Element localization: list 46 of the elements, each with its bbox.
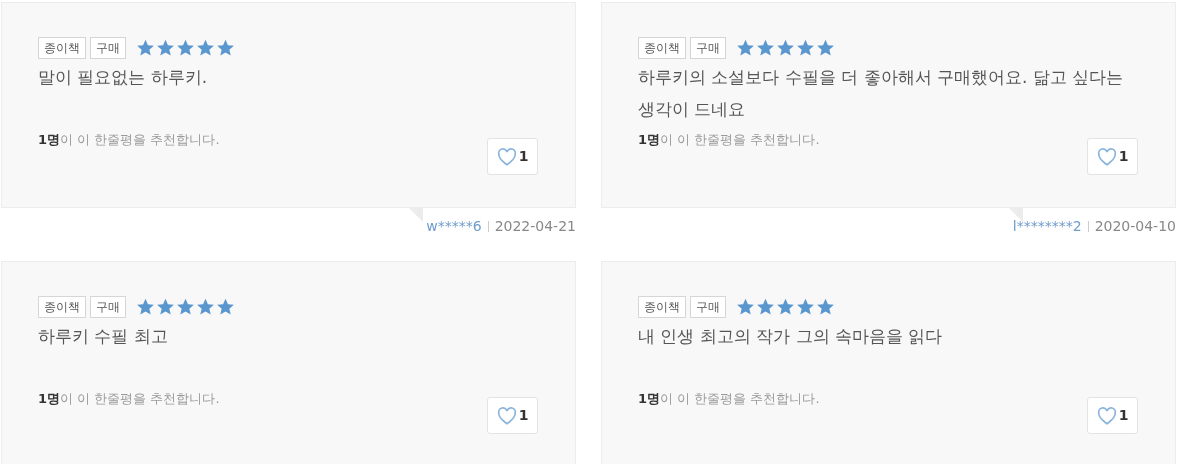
like-button[interactable]: 1 [487,397,538,434]
star-icon [756,298,775,316]
star-icon [796,39,815,57]
like-button[interactable]: 1 [1087,138,1138,175]
heart-icon [1096,147,1117,166]
star-icon [776,39,795,57]
star-icon [196,298,215,316]
star-icon [816,39,835,57]
format-tag: 구매 [90,296,126,318]
heart-icon [1096,406,1117,425]
like-button[interactable]: 1 [487,138,538,175]
review-date: 2022-04-21 [494,217,576,236]
review-text: 하루키 수필 최고 [38,325,169,348]
star-icon [216,298,235,316]
star-icon [736,39,755,57]
star-icon [776,298,795,316]
heart-icon [496,406,517,425]
star-icon [136,298,155,316]
format-tag: 구매 [90,37,126,59]
star-icon [156,298,175,316]
like-button[interactable]: 1 [1087,397,1138,434]
format-tag: 구매 [690,296,726,318]
format-tag: 종이책 [638,37,686,59]
format-tag: 구매 [690,37,726,59]
heart-icon [496,147,517,166]
recommend-text: 1명이 이 한줄평을 추천합니다. [38,131,221,149]
recommend-text: 1명이 이 한줄평을 추천합니다. [638,131,821,149]
star-icon [196,39,215,57]
review-text: 하루키의 소설보다 수필을 더 좋아해서 구매했어요. 닮고 싶다는 생각이 드네요 [638,66,1125,121]
recommend-text: 1명이 이 한줄평을 추천합니다. [638,390,821,408]
format-tag: 종이책 [38,37,86,59]
star-icon [216,39,235,57]
star-icon [736,298,755,316]
review-date: 2020-04-10 [1094,217,1176,236]
format-tag: 종이책 [38,296,86,318]
review-text: 내 인생 최고의 작가 그의 속마음을 읽다 [638,325,944,348]
recommend-text: 1명이 이 한줄평을 추천합니다. [38,390,221,408]
review-text: 말이 필요없는 하루키. [38,66,209,89]
format-tag: 종이책 [638,296,686,318]
star-icon [136,39,155,57]
star-icon [176,39,195,57]
star-icon [796,298,815,316]
star-icon [176,298,195,316]
star-icon [156,39,175,57]
star-icon [756,39,775,57]
star-icon [816,298,835,316]
